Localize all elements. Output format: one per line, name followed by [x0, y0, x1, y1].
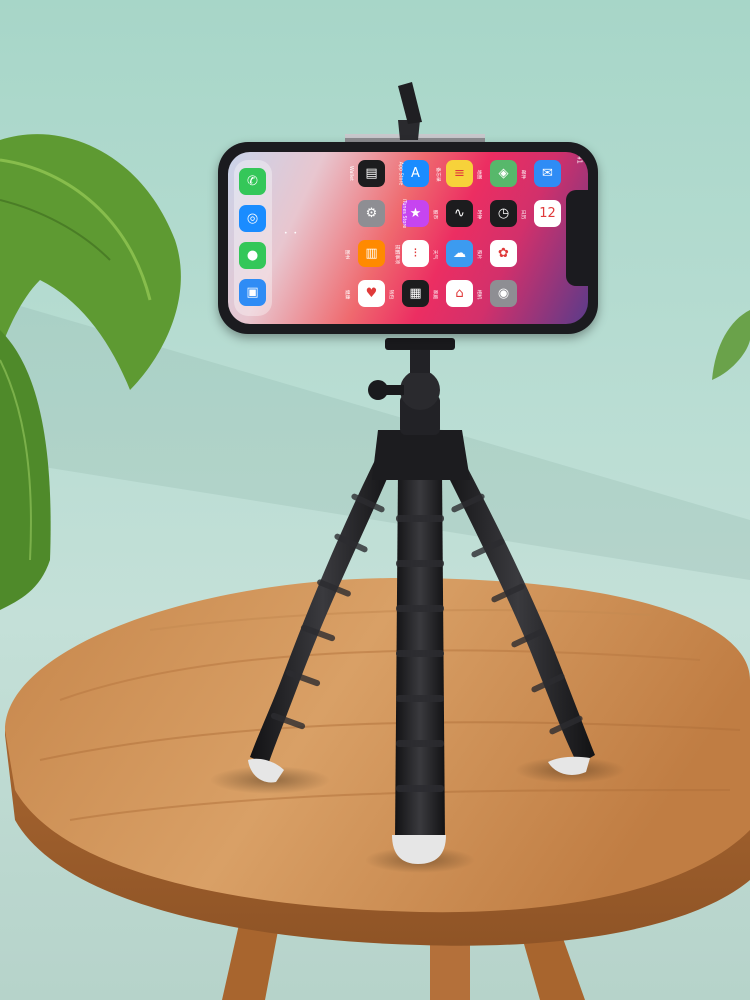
app-label: 日历 [520, 209, 527, 220]
product-scene: ✆ ◎ ● ▣ • • 9:41 ▤ Wallet A App Store ≡ 备忘录 ◈ 地图 ✉ 邮… [0, 0, 750, 1000]
books-icon[interactable]: ▥ [358, 240, 385, 267]
app-label: 家庭 [432, 289, 439, 300]
home-icon[interactable]: ⌂ [446, 280, 473, 307]
mail-icon[interactable]: ▣ [239, 279, 266, 306]
reminders-icon[interactable]: ⁝ [402, 240, 429, 267]
app-label: 照片 [476, 249, 483, 260]
app-label: 时钟 [476, 209, 483, 220]
camera-icon[interactable]: ◉ [490, 280, 517, 307]
wooden-stool [5, 578, 750, 946]
app-store-icon[interactable]: A [402, 160, 429, 187]
app-label: 天气 [432, 249, 439, 260]
photos-icon[interactable]: ✿ [490, 240, 517, 267]
settings-icon[interactable]: ⚙ [358, 200, 385, 227]
phone-icon[interactable]: ✆ [239, 168, 266, 195]
wallet-icon[interactable]: ▦ [402, 280, 429, 307]
home-screen: ✆ ◎ ● ▣ • • 9:41 ▤ Wallet A App Store ≡ 备忘录 ◈ 地图 ✉ 邮… [228, 152, 588, 324]
status-time: 9:41 [576, 152, 584, 164]
app-label: 提醒事项 [394, 244, 401, 265]
maps-icon[interactable]: ◈ [490, 160, 517, 187]
app-label: App Store [397, 161, 404, 186]
clock-icon[interactable]: ◷ [490, 200, 517, 227]
notes-icon[interactable]: ≡ [446, 160, 473, 187]
stocks-icon[interactable]: ∿ [446, 200, 473, 227]
app-label: 健康 [344, 289, 351, 300]
ball-head [400, 370, 440, 410]
messages-icon[interactable]: ● [239, 242, 266, 269]
weather-icon[interactable]: ☁ [446, 240, 473, 267]
phone-notch [566, 190, 588, 286]
health-icon[interactable]: ♥ [358, 280, 385, 307]
dock: ✆ ◎ ● ▣ [234, 160, 272, 316]
app-label: 股市 [432, 209, 439, 220]
app-label: iTunes Store [401, 198, 408, 229]
app-label: 邮件 [520, 169, 527, 180]
calendar-icon[interactable]: 12 [534, 200, 561, 227]
page-indicator: • • [284, 230, 299, 237]
phone-clamp-mount [385, 338, 455, 350]
app-label: 备忘录 [435, 167, 442, 182]
app-label: 地图 [476, 169, 483, 180]
smartphone: ✆ ◎ ● ▣ • • 9:41 ▤ Wallet A App Store ≡ 备忘录 ◈ 地图 ✉ 邮… [218, 142, 598, 334]
leaf-icon [712, 310, 750, 380]
app-label: 钱包 [388, 289, 395, 300]
app-label: Wallet [348, 166, 355, 181]
safari-icon[interactable]: ◎ [239, 205, 266, 232]
phone-clamp [345, 82, 485, 146]
mail-icon[interactable]: ✉ [534, 160, 561, 187]
app-label: 图书 [344, 249, 351, 260]
wallet-icon[interactable]: ▤ [358, 160, 385, 187]
app-label: 相机 [476, 289, 483, 300]
